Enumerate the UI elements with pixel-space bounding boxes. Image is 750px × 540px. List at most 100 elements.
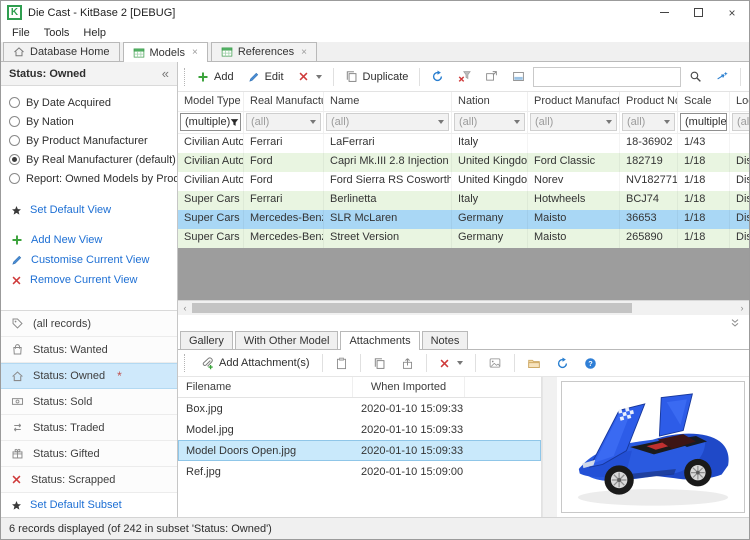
- menu-tools[interactable]: Tools: [37, 25, 77, 41]
- view-attachment-button[interactable]: [482, 354, 508, 372]
- subset-status-traded[interactable]: Status: Traded: [1, 415, 177, 441]
- column-header-product-no[interactable]: Product No: [620, 92, 678, 111]
- tab-references[interactable]: References ×: [210, 42, 317, 61]
- customise-current-view-link[interactable]: Customise Current View: [1, 250, 177, 270]
- subset-status-gifted[interactable]: Status: Gifted: [1, 441, 177, 467]
- tab-database-home[interactable]: Database Home: [3, 42, 120, 61]
- bottom-tab-notes[interactable]: Notes: [421, 331, 469, 349]
- attachments-scrollbar[interactable]: [542, 377, 557, 517]
- set-default-view-link[interactable]: Set Default View: [1, 200, 177, 220]
- column-header-nation[interactable]: Nation: [452, 92, 528, 111]
- preview-pane-button[interactable]: [506, 67, 531, 86]
- table-row-selected[interactable]: Super Cars Mercedes-Benz SLR McLaren German…: [178, 210, 749, 229]
- attachment-row[interactable]: Ref.jpg 2020-01-10 15:09:00: [178, 461, 541, 482]
- radio-icon[interactable]: [9, 97, 20, 108]
- horizontal-scrollbar[interactable]: ‹ ›: [178, 300, 749, 315]
- scroll-right-icon[interactable]: ›: [735, 301, 749, 315]
- search-options-button[interactable]: [710, 67, 735, 86]
- column-header-loc[interactable]: Loc: [730, 92, 749, 111]
- copy-attachment-button[interactable]: [367, 354, 392, 373]
- set-default-subset-link[interactable]: Set Default Subset: [1, 493, 177, 517]
- add-record-button[interactable]: Add: [191, 68, 240, 86]
- attachment-preview-frame[interactable]: [561, 381, 745, 513]
- open-window-icon: [485, 70, 498, 83]
- scrollbar-thumb[interactable]: [192, 303, 632, 313]
- toolbar-grip[interactable]: [184, 67, 185, 86]
- attachments-toolbar-grip[interactable]: [184, 354, 188, 372]
- column-filter[interactable]: (all): [622, 113, 675, 131]
- column-filter[interactable]: (multiple): [180, 113, 241, 131]
- view-option[interactable]: By Nation: [1, 112, 177, 131]
- open-folder-button[interactable]: [521, 354, 547, 373]
- column-filter[interactable]: (all): [326, 113, 449, 131]
- view-option[interactable]: By Date Acquired: [1, 93, 177, 112]
- export-attachment-button[interactable]: [395, 354, 420, 373]
- subset-all-records[interactable]: (all records): [1, 311, 177, 337]
- edit-record-button[interactable]: Edit: [242, 68, 290, 86]
- radio-icon[interactable]: [9, 135, 20, 146]
- refresh-button[interactable]: [425, 67, 450, 86]
- add-new-view-link[interactable]: Add New View: [1, 230, 177, 250]
- view-option[interactable]: By Real Manufacturer (default): [1, 150, 177, 169]
- collapse-sidebar-icon[interactable]: «: [162, 66, 169, 81]
- column-filter[interactable]: (all): [530, 113, 617, 131]
- attachments-col-when-imported[interactable]: When Imported: [353, 377, 465, 397]
- close-button[interactable]: ×: [715, 1, 749, 24]
- column-filter[interactable]: (multiple): [680, 113, 727, 131]
- goto-record-button[interactable]: Go to Record: [746, 68, 750, 86]
- column-header-product-manufacturer[interactable]: Product Manufacturer: [528, 92, 620, 111]
- help-button[interactable]: ?: [578, 354, 603, 373]
- view-option[interactable]: By Product Manufacturer: [1, 131, 177, 150]
- view-action-label: Set Default View: [30, 204, 112, 216]
- bottom-tab-attachments[interactable]: Attachments: [340, 331, 420, 350]
- column-filter[interactable]: (all): [454, 113, 525, 131]
- radio-icon[interactable]: [9, 173, 20, 184]
- menu-file[interactable]: File: [5, 25, 37, 41]
- close-tab-icon[interactable]: ×: [192, 47, 198, 58]
- column-header-name[interactable]: Name: [324, 92, 452, 111]
- attachment-row[interactable]: Model.jpg 2020-01-10 15:09:33: [178, 419, 541, 440]
- subset-status-owned[interactable]: Status: Owned *: [1, 363, 177, 389]
- attachments-col-filename[interactable]: Filename: [178, 377, 353, 397]
- scroll-left-icon[interactable]: ‹: [178, 301, 192, 315]
- delete-attachment-button[interactable]: [433, 355, 469, 372]
- close-tab-icon[interactable]: ×: [301, 47, 307, 58]
- table-row[interactable]: Super Cars Mercedes-Benz Street Version Ger…: [178, 229, 749, 248]
- duplicate-button[interactable]: Duplicate: [339, 67, 415, 86]
- column-header-scale[interactable]: Scale: [678, 92, 730, 111]
- tab-models[interactable]: Models ×: [122, 42, 208, 62]
- column-filter[interactable]: (all): [732, 113, 749, 131]
- table-row[interactable]: Super Cars Ferrari Berlinetta Italy Hotwheel…: [178, 191, 749, 210]
- add-attachment-button[interactable]: Add Attachment(s): [195, 354, 316, 373]
- column-filter[interactable]: (all): [246, 113, 321, 131]
- column-header-real-manufacturer[interactable]: Real Manufacturer: [244, 92, 324, 111]
- bottom-tab-with-other-model[interactable]: With Other Model: [234, 331, 339, 349]
- radio-icon[interactable]: [9, 154, 20, 165]
- minimize-button[interactable]: [647, 1, 681, 24]
- panel-splitter[interactable]: [178, 315, 749, 331]
- clear-filter-button[interactable]: [452, 67, 477, 86]
- paste-icon: [335, 357, 348, 370]
- subset-status-scrapped[interactable]: Status: Scrapped: [1, 467, 177, 493]
- attachment-row-selected[interactable]: Model Doors Open.jpg 2020-01-10 15:09:33: [178, 440, 541, 461]
- view-option[interactable]: Report: Owned Models by Produ: [1, 169, 177, 188]
- subset-status-sold[interactable]: Status: Sold: [1, 389, 177, 415]
- subset-label: Status: Sold: [33, 395, 93, 408]
- search-input[interactable]: [533, 66, 682, 87]
- attachment-row[interactable]: Box.jpg 2020-01-10 15:09:33: [178, 398, 541, 419]
- search-button[interactable]: [683, 67, 708, 86]
- menu-help[interactable]: Help: [76, 25, 113, 41]
- refresh-attachments-button[interactable]: [550, 354, 575, 373]
- subset-status-wanted[interactable]: Status: Wanted: [1, 337, 177, 363]
- bottom-tab-gallery[interactable]: Gallery: [180, 331, 233, 349]
- delete-record-button[interactable]: [292, 68, 328, 85]
- radio-icon[interactable]: [9, 116, 20, 127]
- table-row[interactable]: Civilian Autos Ford Capri Mk.III 2.8 Injec…: [178, 153, 749, 172]
- column-header-model-type[interactable]: Model Type: [178, 92, 244, 111]
- paste-attachment-button[interactable]: [329, 354, 354, 373]
- maximize-button[interactable]: [681, 1, 715, 24]
- table-row[interactable]: Civilian Autos Ferrari LaFerrari Italy 18-36…: [178, 134, 749, 153]
- open-window-button[interactable]: [479, 67, 504, 86]
- table-row[interactable]: Civilian Autos Ford Ford Sierra RS Coswort…: [178, 172, 749, 191]
- remove-current-view-link[interactable]: Remove Current View: [1, 270, 177, 290]
